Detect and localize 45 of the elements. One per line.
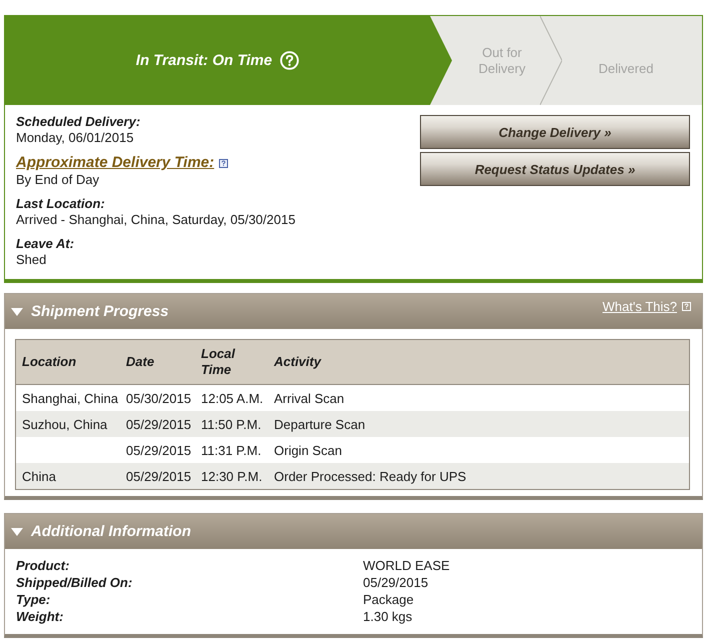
column-header: Activity <box>272 353 322 371</box>
action-button[interactable]: Request Status Updates » <box>420 152 690 186</box>
table-cell-text: 11:31 P.M. <box>200 442 262 458</box>
field-value: WORLD EASE <box>363 557 451 574</box>
caret-icon[interactable] <box>11 528 23 536</box>
table-cell-text: Origin Scan <box>273 442 343 458</box>
table-cell-text: 12:05 A.M. <box>200 390 264 406</box>
detail-value: Shed <box>16 252 48 268</box>
table-cell-text: 11:50 P.M. <box>200 416 262 432</box>
detail-label: Scheduled Delivery: <box>16 114 142 130</box>
panel-title: Additional Information <box>31 523 191 540</box>
detail-value: By End of Day <box>16 172 100 188</box>
table-cell-text: Suzhou, China <box>21 416 108 432</box>
table-cell-text: 05/29/2015 <box>125 416 192 432</box>
detail-label: Leave At: <box>16 236 76 252</box>
table-cell-text: Arrival Scan <box>273 390 346 406</box>
field-value: Package <box>363 591 415 608</box>
table-cell-text: Shanghai, China <box>21 390 120 406</box>
column-header: Date <box>125 353 156 371</box>
field-label: Type: <box>16 591 52 608</box>
detail-link[interactable]: Approximate Delivery Time: <box>16 154 214 172</box>
action-button[interactable]: Change Delivery » <box>420 115 690 149</box>
column-header: Local Time <box>200 345 236 379</box>
table-cell-text: 05/30/2015 <box>125 390 192 406</box>
detail-label: Last Location: <box>16 196 106 212</box>
field-label: Weight: <box>16 608 64 625</box>
field-label: Shipped/Billed On: <box>16 574 134 591</box>
detail-value: Monday, 06/01/2015 <box>16 130 135 146</box>
table-cell-text: 05/29/2015 <box>125 468 192 484</box>
field-value: 1.30 kgs <box>363 608 414 625</box>
table-cell-text: Departure Scan <box>273 416 366 432</box>
step-label: Delivered <box>598 61 654 77</box>
panel-title: Shipment Progress <box>31 303 169 320</box>
table-cell-text: China <box>21 468 57 484</box>
detail-value: Arrived - Shanghai, China, Saturday, 05/30/2015 <box>16 212 296 228</box>
table-cell-text: Order Processed: Ready for UPS <box>273 468 468 484</box>
step-label: Out for Delivery <box>478 45 526 77</box>
caret-icon[interactable] <box>11 308 23 316</box>
field-value: 05/29/2015 <box>363 574 430 591</box>
table-cell-text: 05/29/2015 <box>125 442 192 458</box>
step-label: In Transit: On Time <box>136 52 272 68</box>
table-cell-text: 12:30 P.M. <box>200 468 264 484</box>
help-icon[interactable] <box>219 158 228 168</box>
field-label: Product: <box>16 557 70 574</box>
column-header: Location <box>21 353 78 371</box>
